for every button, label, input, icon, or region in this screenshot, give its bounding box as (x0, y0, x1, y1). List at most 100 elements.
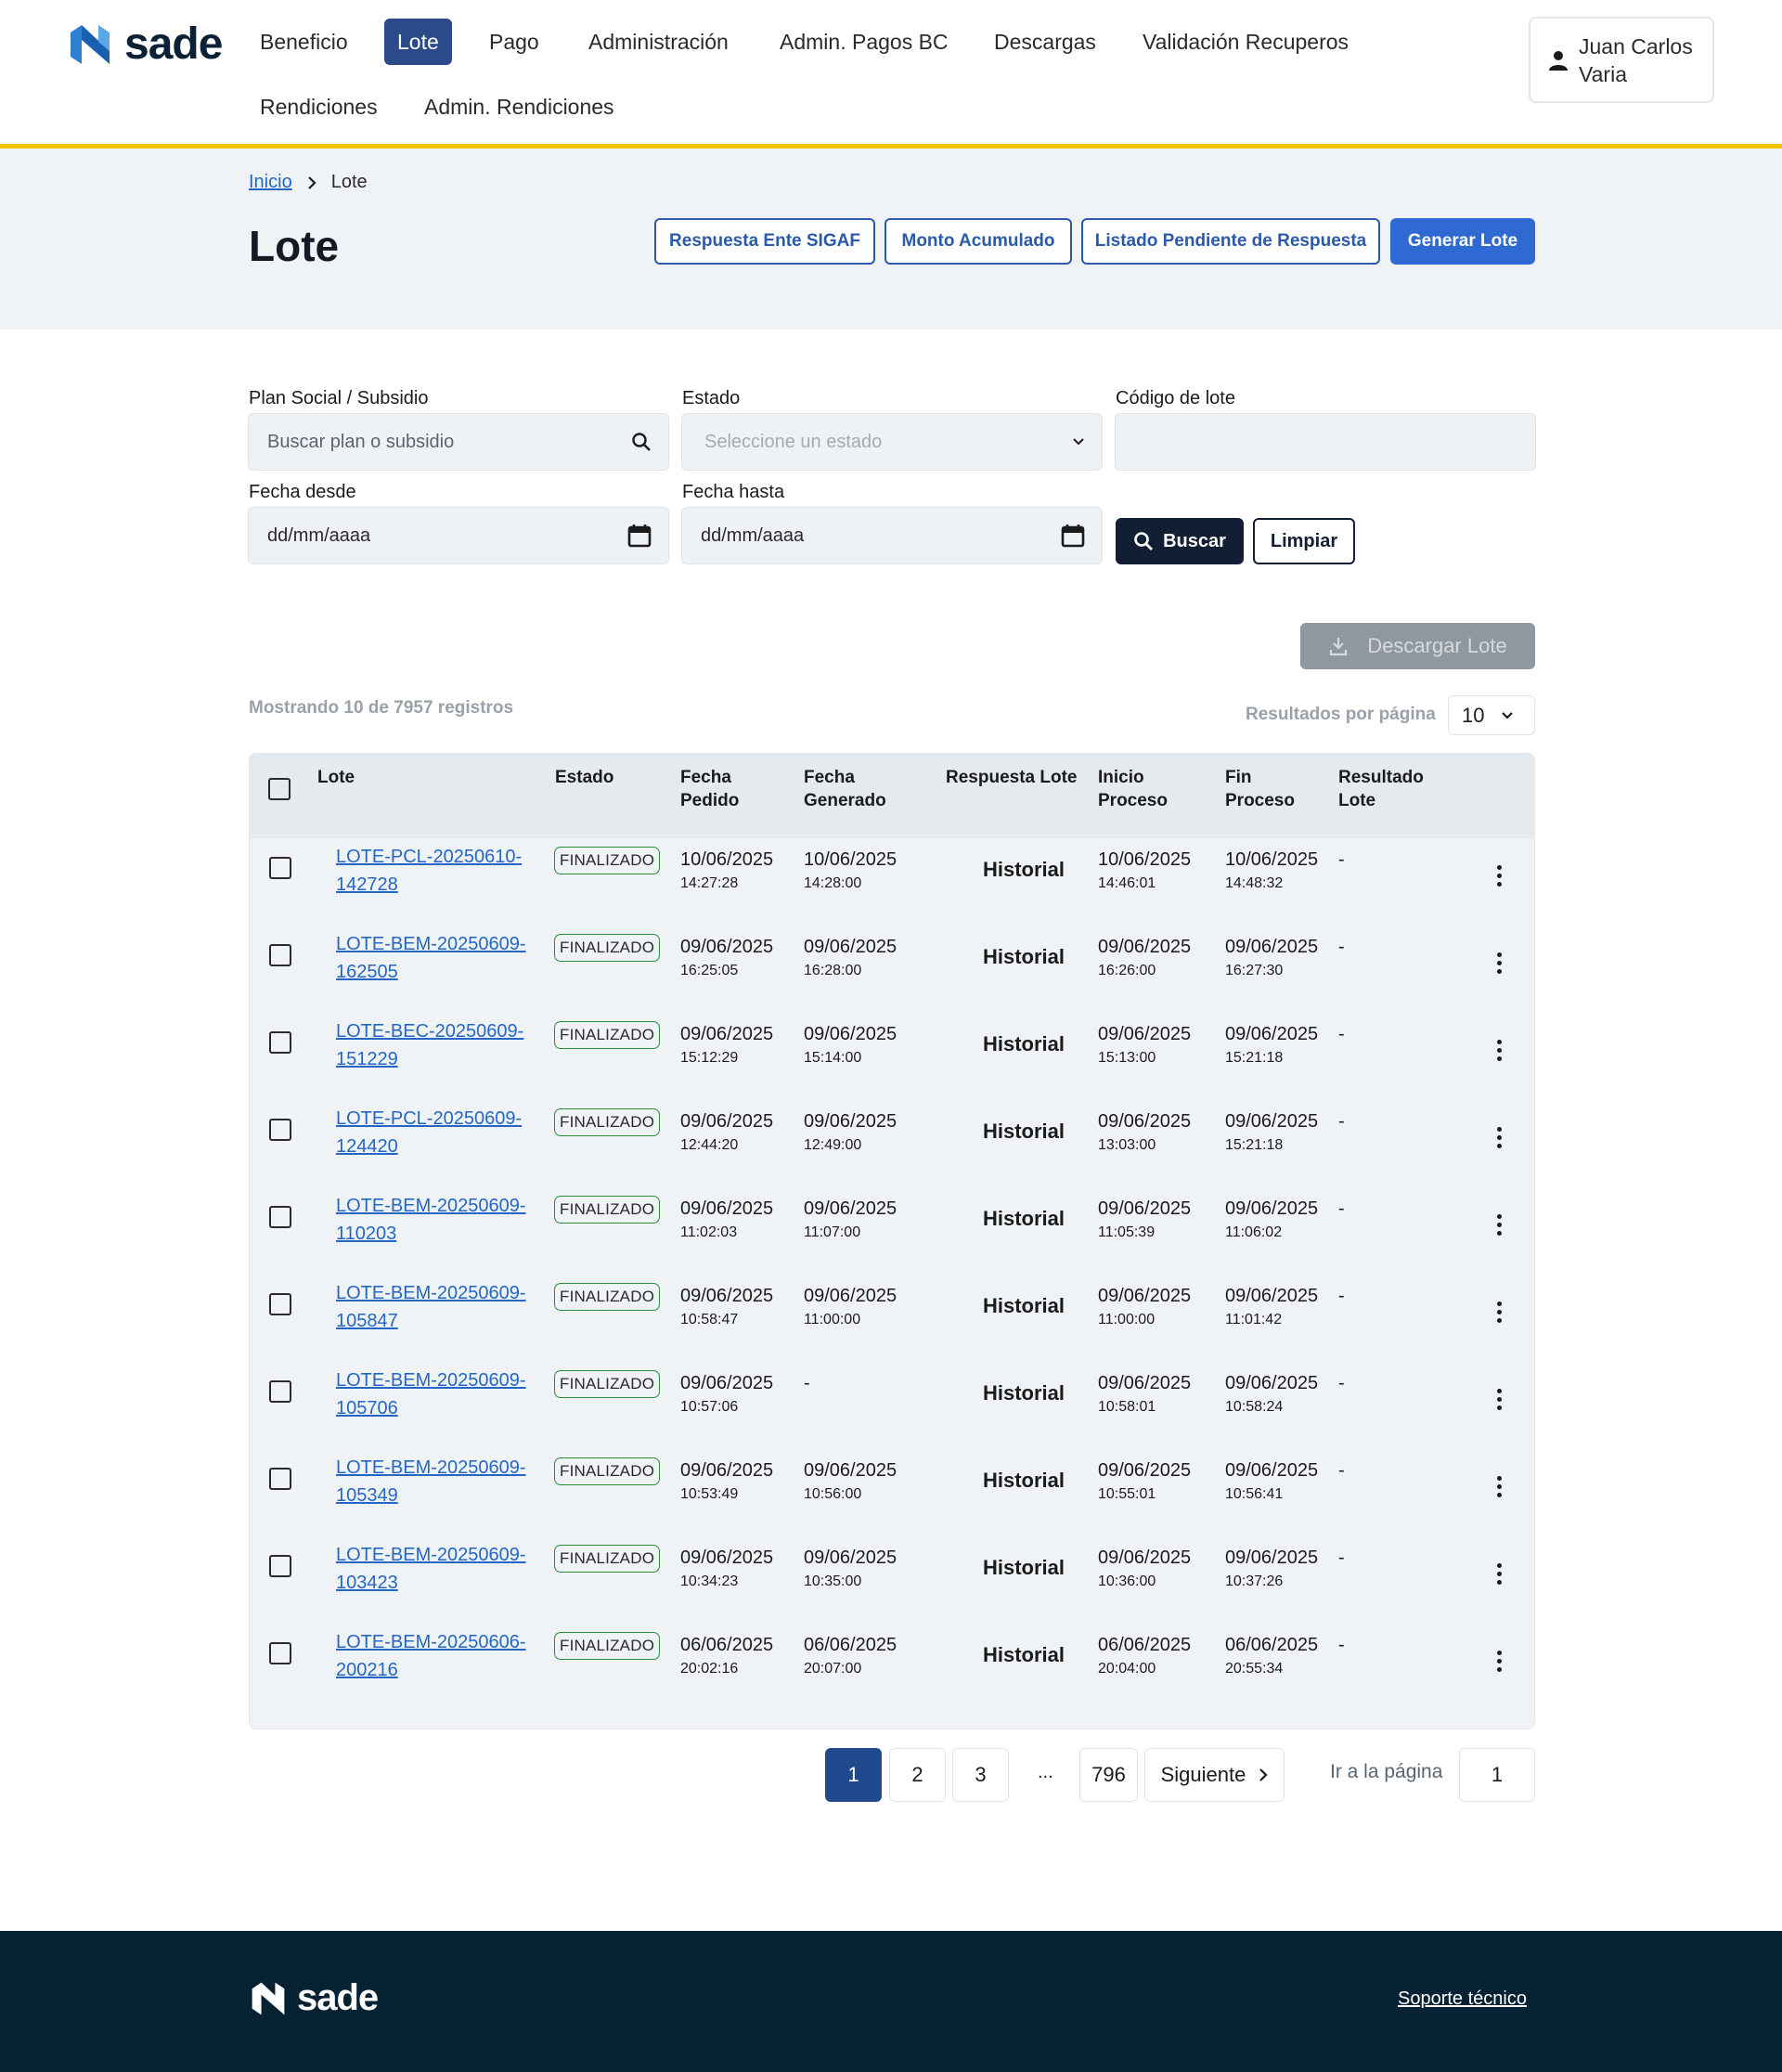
footer-logo-text: sade (297, 1977, 379, 2018)
row-checkbox[interactable] (269, 857, 291, 879)
lote-link[interactable]: LOTE-BEM-20250609-105847 (336, 1279, 531, 1335)
sade-logo[interactable]: sade (69, 19, 223, 70)
page-1-button[interactable]: 1 (825, 1748, 882, 1802)
historial-link[interactable]: Historial (983, 1030, 1065, 1058)
header-fin-proceso[interactable]: Fin Proceso (1225, 766, 1309, 812)
lote-link[interactable]: LOTE-PCL-20250610-142728 (336, 843, 531, 899)
row-checkbox[interactable] (269, 1206, 291, 1228)
row-checkbox[interactable] (269, 1380, 291, 1403)
nav-validacion-recuperos[interactable]: Validación Recuperos (1130, 19, 1362, 65)
page-3-button[interactable]: 3 (952, 1748, 1009, 1802)
header-fecha-pedido[interactable]: Fecha Pedido (680, 766, 755, 812)
page-2-button[interactable]: 2 (889, 1748, 946, 1802)
buscar-button[interactable]: Buscar (1116, 518, 1244, 564)
resultado-lote-cell: - (1338, 1635, 1345, 1655)
header-respuesta-lote[interactable]: Respuesta Lote (946, 766, 1077, 789)
fin-proceso-cell: 06/06/2025 20:55:34 (1225, 1631, 1318, 1679)
descargar-lote-button[interactable]: Descargar Lote (1300, 623, 1535, 669)
more-options-icon[interactable] (1496, 952, 1502, 974)
more-options-icon[interactable] (1496, 1040, 1502, 1061)
nav-pago[interactable]: Pago (476, 19, 552, 65)
plan-search-input[interactable]: Buscar plan o subsidio (248, 413, 669, 471)
row-checkbox[interactable] (269, 1293, 291, 1315)
nav-rendiciones[interactable]: Rendiciones (247, 84, 391, 130)
fecha-generado-cell: 09/06/2025 16:28:00 (804, 933, 897, 981)
more-options-icon[interactable] (1496, 1214, 1502, 1236)
header-inicio-proceso[interactable]: Inicio Proceso (1098, 766, 1182, 812)
historial-link[interactable]: Historial (983, 1205, 1065, 1233)
row-checkbox[interactable] (269, 1468, 291, 1490)
fecha-hasta-input[interactable]: dd/mm/aaaa (681, 507, 1103, 564)
lote-link[interactable]: LOTE-BEM-20250606-200216 (336, 1628, 531, 1684)
historial-link[interactable]: Historial (983, 1292, 1065, 1320)
lote-link[interactable]: LOTE-BEM-20250609-105349 (336, 1454, 531, 1509)
monto-acumulado-button[interactable]: Monto Acumulado (885, 218, 1072, 265)
fecha-generado-date: 09/06/2025 (804, 1111, 897, 1132)
nav-beneficio[interactable]: Beneficio (247, 19, 361, 65)
lote-link[interactable]: LOTE-BEM-20250609-105706 (336, 1366, 531, 1422)
nav-lote[interactable]: Lote (384, 19, 452, 65)
breadcrumb: Inicio Lote (249, 172, 368, 193)
lote-link[interactable]: LOTE-BEM-20250609-110203 (336, 1192, 531, 1248)
select-all-checkbox[interactable] (268, 778, 291, 800)
historial-link[interactable]: Historial (983, 1379, 1065, 1407)
nav-descargas[interactable]: Descargas (981, 19, 1109, 65)
fecha-generado-date: 09/06/2025 (804, 1548, 897, 1568)
lote-link[interactable]: LOTE-BEC-20250609-151229 (336, 1017, 531, 1073)
fin-proceso-cell: 09/06/2025 10:37:26 (1225, 1544, 1318, 1592)
historial-link[interactable]: Historial (983, 943, 1065, 971)
table-row: LOTE-BEM-20250606-200216 FINALIZADO 06/0… (250, 1624, 1534, 1711)
calendar-icon[interactable] (627, 524, 652, 548)
inicio-proceso-time: 11:00:00 (1098, 1312, 1156, 1327)
user-menu[interactable]: Juan Carlos Varia (1529, 17, 1714, 103)
soporte-tecnico-link[interactable]: Soporte técnico (1398, 1988, 1527, 2010)
breadcrumb-home-link[interactable]: Inicio (249, 172, 292, 193)
limpiar-button[interactable]: Limpiar (1253, 518, 1355, 564)
lote-link[interactable]: LOTE-PCL-20250609-124420 (336, 1105, 531, 1160)
row-checkbox[interactable] (269, 1555, 291, 1577)
historial-link[interactable]: Historial (983, 1554, 1065, 1582)
historial-link[interactable]: Historial (983, 1118, 1065, 1146)
estado-select[interactable]: Seleccione un estado (681, 413, 1103, 471)
nav-administracion[interactable]: Administración (575, 19, 742, 65)
header-fecha-generado[interactable]: Fecha Generado (804, 766, 906, 812)
listado-pendiente-button[interactable]: Listado Pendiente de Respuesta (1081, 218, 1380, 265)
page-last-button[interactable]: 796 (1079, 1748, 1138, 1802)
more-options-icon[interactable] (1496, 1651, 1502, 1672)
row-checkbox[interactable] (269, 1119, 291, 1141)
generar-lote-button[interactable]: Generar Lote (1390, 218, 1535, 265)
row-checkbox[interactable] (269, 1031, 291, 1054)
header-lote[interactable]: Lote (317, 766, 355, 789)
more-options-icon[interactable] (1496, 1563, 1502, 1585)
inicio-proceso-date: 09/06/2025 (1098, 1548, 1192, 1568)
more-options-icon[interactable] (1496, 1389, 1502, 1410)
respuesta-sigaf-button[interactable]: Respuesta Ente SIGAF (654, 218, 875, 265)
historial-link[interactable]: Historial (983, 856, 1065, 884)
historial-link[interactable]: Historial (983, 1641, 1065, 1669)
fecha-desde-placeholder: dd/mm/aaaa (267, 524, 371, 546)
more-options-icon[interactable] (1496, 1476, 1502, 1497)
more-options-icon[interactable] (1496, 865, 1502, 887)
historial-link[interactable]: Historial (983, 1467, 1065, 1495)
per-page-select[interactable]: 10 (1448, 695, 1535, 735)
fecha-pedido-cell: 09/06/2025 11:02:03 (680, 1195, 773, 1243)
row-checkbox[interactable] (269, 944, 291, 966)
resultado-lote-cell: - (1338, 1460, 1345, 1481)
header-resultado-lote[interactable]: Resultado Lote (1338, 766, 1440, 812)
next-page-button[interactable]: Siguiente (1144, 1748, 1285, 1802)
inicio-proceso-time: 10:36:00 (1098, 1573, 1156, 1589)
goto-page-input[interactable]: 1 (1459, 1748, 1535, 1802)
more-options-icon[interactable] (1496, 1301, 1502, 1323)
row-checkbox[interactable] (269, 1642, 291, 1664)
codigo-lote-input[interactable] (1115, 413, 1536, 471)
lote-link[interactable]: LOTE-BEM-20250609-103423 (336, 1541, 531, 1597)
resultado-lote-cell: - (1338, 1024, 1345, 1044)
fecha-pedido-date: 09/06/2025 (680, 1460, 774, 1481)
nav-admin-rendiciones[interactable]: Admin. Rendiciones (411, 84, 627, 130)
calendar-icon[interactable] (1061, 524, 1085, 548)
fecha-desde-input[interactable]: dd/mm/aaaa (248, 507, 669, 564)
header-estado[interactable]: Estado (555, 766, 613, 789)
lote-link[interactable]: LOTE-BEM-20250609-162505 (336, 930, 531, 986)
more-options-icon[interactable] (1496, 1127, 1502, 1148)
nav-admin-pagos-bc[interactable]: Admin. Pagos BC (767, 19, 962, 65)
